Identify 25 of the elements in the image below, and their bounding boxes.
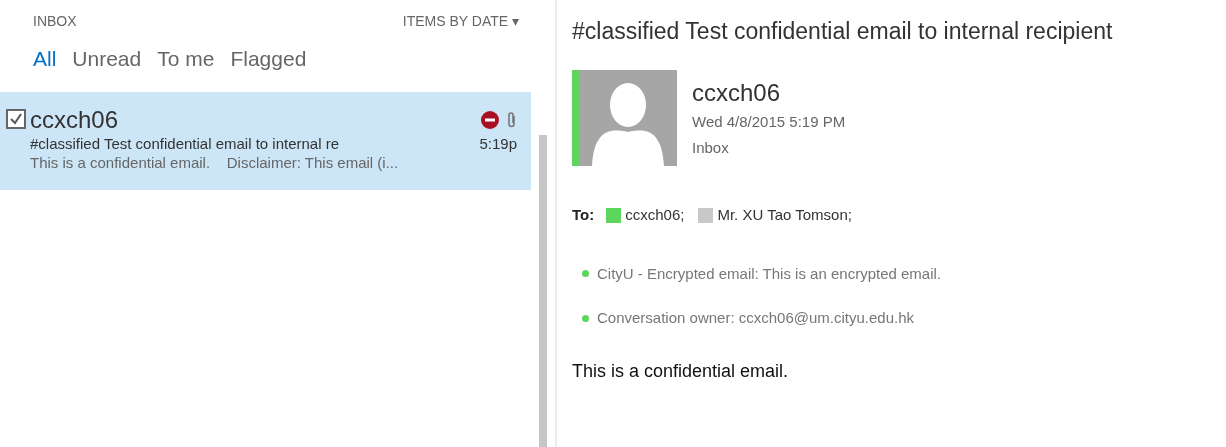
folder-title: INBOX (33, 11, 77, 31)
filter-tab[interactable]: To me (157, 43, 215, 73)
to-label: To: (572, 205, 595, 225)
sender-name: ccxch06 (30, 106, 120, 134)
info-text: CityU - Encrypted email: This is an encrypted email. (597, 263, 942, 284)
sender-name: ccxch06 (692, 78, 782, 108)
message-subject: #classified Test confidential email to internal re (30, 134, 341, 153)
email-body: This is a confidential email. (572, 359, 790, 383)
recipient-name[interactable]: Mr. XU Tao Tomson; (717, 204, 852, 227)
sort-dropdown[interactable]: ITEMS BY DATE ▾ (402, 10, 519, 32)
filter-tab[interactable]: All (33, 43, 57, 73)
recipient-name[interactable]: ccxch06; (625, 204, 685, 227)
scrollbar[interactable] (539, 135, 548, 447)
avatar-icon (580, 70, 677, 166)
checkbox[interactable] (6, 109, 26, 129)
message-time: 5:19p (479, 134, 517, 154)
message-item[interactable]: ccxch06 #classified Test confidential email to internal re This is a confidential email. Disclaimer: This email (i... 5:19p (0, 92, 531, 190)
email-subject: #classified Test confidential email to internal recipient (572, 17, 1114, 46)
check-icon (9, 112, 23, 126)
folder-label: Inbox (692, 138, 730, 158)
info-text: Conversation owner: ccxch06@um.cityu.edu.hk (597, 308, 915, 328)
filter-tab[interactable]: Flagged (230, 43, 307, 73)
sent-date: Wed 4/8/2015 5:19 PM (692, 112, 846, 132)
filter-tab[interactable]: Unread (72, 43, 142, 73)
message-preview: This is a confidential email. Disclaimer: This email (i... (30, 153, 400, 173)
